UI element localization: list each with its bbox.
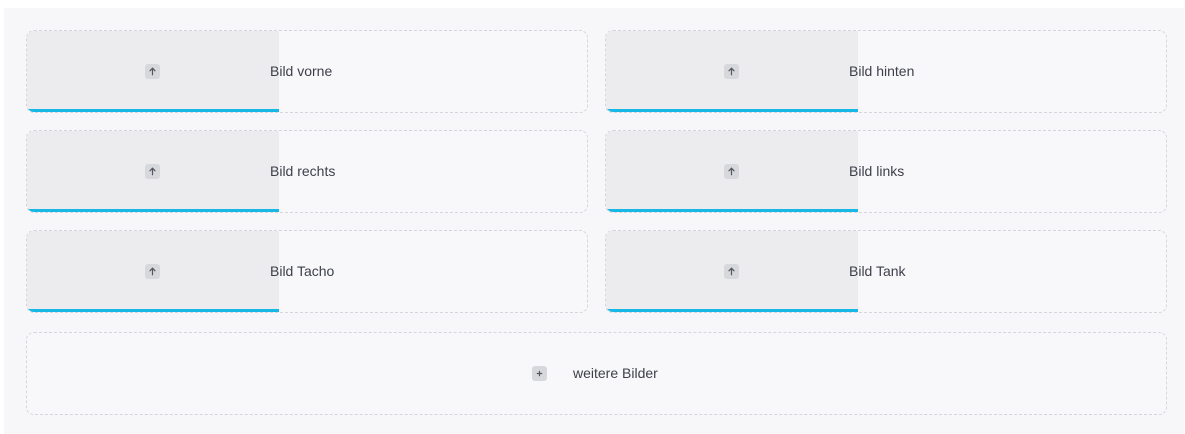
upload-slot-label: Bild hinten (849, 63, 915, 79)
upload-slot-grid: Bild vorne Bild hinten Bild rechts Bild … (26, 30, 1167, 313)
add-more-images-button[interactable]: weitere Bilder (26, 332, 1167, 415)
upload-slot-label: Bild Tank (849, 263, 906, 279)
upload-arrow-icon (724, 64, 739, 79)
upload-slot-left[interactable]: Bild links (605, 130, 1167, 213)
upload-slot-right[interactable]: Bild rechts (26, 130, 588, 213)
upload-slot-speedometer[interactable]: Bild Tacho (26, 230, 588, 313)
upload-slot-label: Bild vorne (270, 63, 333, 79)
upload-slot-tank[interactable]: Bild Tank (605, 230, 1167, 313)
upload-arrow-icon (145, 164, 160, 179)
upload-slot-label: Bild Tacho (270, 263, 335, 279)
upload-arrow-icon (145, 64, 160, 79)
upload-arrow-icon (724, 264, 739, 279)
add-more-images-label: weitere Bilder (573, 365, 658, 381)
upload-slot-label: Bild links (849, 163, 905, 179)
upload-slot-back[interactable]: Bild hinten (605, 30, 1167, 113)
upload-slot-front[interactable]: Bild vorne (26, 30, 588, 113)
plus-icon (532, 366, 547, 381)
upload-arrow-icon (145, 264, 160, 279)
upload-arrow-icon (724, 164, 739, 179)
upload-slot-label: Bild rechts (270, 163, 336, 179)
